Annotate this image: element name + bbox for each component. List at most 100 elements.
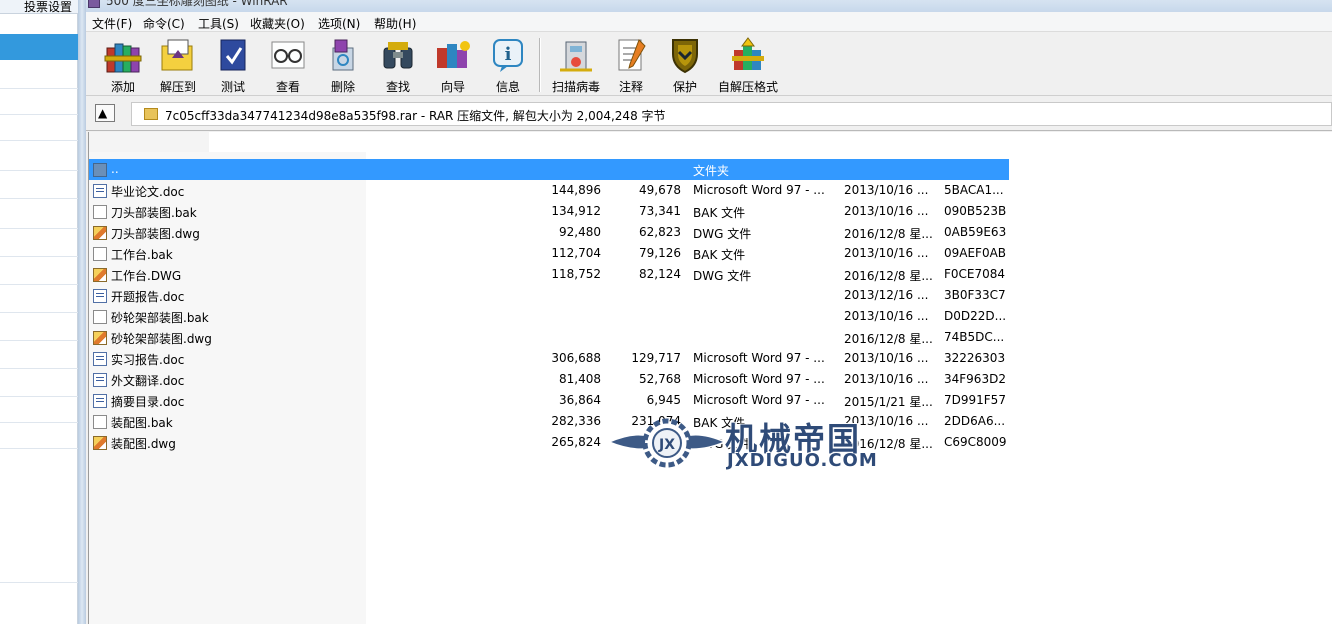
file-type: DWG 文件: [693, 269, 752, 283]
background-app-panel: 投票设置: [0, 0, 78, 624]
file-crc: 0AB59E63: [944, 225, 1007, 239]
menu-bar: 文件(F) 命令(C) 工具(S) 收藏夹(O) 选项(N) 帮助(H): [86, 12, 1332, 32]
divider: [0, 198, 78, 199]
info-button[interactable]: i 信息: [480, 36, 536, 94]
winrar-window: 500 度三坐标雕刻图纸 - WinRAR 文件(F) 命令(C) 工具(S) …: [86, 0, 1332, 624]
divider: [0, 170, 78, 171]
file-row[interactable]: 刀头部装图.dwg 92,480 62,823 DWG 文件 2016/12/8 星..…: [89, 222, 1009, 243]
up-one-level-button[interactable]: ▲: [95, 104, 115, 122]
bak-file-icon: [93, 205, 107, 219]
file-crc: 74B5DC...: [944, 330, 1005, 344]
file-row[interactable]: 刀头部装图.bak 134,912 73,341 BAK 文件 2013/10/16 .…: [89, 201, 1009, 222]
file-modified: 2016/12/8 星...: [844, 269, 933, 283]
bak-file-icon: [93, 247, 107, 261]
divider: [0, 256, 78, 257]
view-button[interactable]: 查看: [260, 36, 316, 94]
parent-folder-row[interactable]: .. 文件夹: [89, 159, 1009, 180]
file-crc: 3B0F33C7: [944, 288, 1006, 302]
delete-button[interactable]: 删除: [315, 36, 371, 94]
file-name: 工作台.DWG: [111, 269, 182, 283]
file-modified: 2013/10/16 ...: [844, 204, 929, 218]
dwg-file-icon: [93, 226, 107, 240]
file-row[interactable]: 砂轮架部装图.bak 2013/10/16 ... D0D22D...: [89, 306, 1009, 327]
doc-file-icon: [93, 289, 107, 303]
file-size: 81,408: [559, 372, 601, 386]
file-list[interactable]: .. 文件夹 毕业论文.doc 144,896 49,678 Microsoft Word…: [88, 132, 1332, 624]
divider: [0, 140, 78, 141]
file-name: 开题报告.doc: [111, 290, 185, 304]
divider: [0, 114, 78, 115]
comment-icon: [618, 39, 646, 71]
up-arrow-icon: ▲: [98, 106, 108, 120]
header-cell[interactable]: [89, 132, 209, 152]
menu-file[interactable]: 文件(F): [92, 15, 132, 32]
menu-commands[interactable]: 命令(C): [143, 15, 185, 32]
wizard-label: 向导: [440, 80, 465, 94]
file-row[interactable]: 工作台.bak 112,704 79,126 BAK 文件 2013/10/16 ...…: [89, 243, 1009, 264]
extract-to-button[interactable]: 解压到: [150, 36, 206, 94]
path-field[interactable]: 7c05cff33da347741234d98e8a535f98.rar - R…: [131, 102, 1332, 126]
file-name: 实习报告.doc: [111, 353, 185, 367]
bak-file-icon: [93, 415, 107, 429]
extract-folder-icon: [161, 39, 193, 71]
add-label: 添加: [110, 80, 135, 94]
test-button[interactable]: 测试: [205, 36, 261, 94]
menu-favorites[interactable]: 收藏夹(O): [250, 15, 305, 32]
menu-tools[interactable]: 工具(S): [198, 15, 239, 32]
virus-scan-icon: [560, 41, 592, 72]
file-crc: 2DD6A6...: [944, 414, 1006, 428]
protect-shield-icon: [672, 39, 698, 74]
scan-virus-label: 扫描病毒: [551, 80, 600, 94]
background-tab-label: 投票设置: [23, 0, 72, 14]
protect-button[interactable]: 保护: [657, 36, 713, 94]
file-type: BAK 文件: [693, 206, 746, 220]
file-name: 砂轮架部装图.bak: [111, 311, 209, 325]
find-button[interactable]: 查找: [370, 36, 426, 94]
test-label: 测试: [220, 80, 245, 94]
file-type: Microsoft Word 97 - ...: [693, 393, 825, 407]
info-icon: i: [493, 39, 523, 72]
file-type: BAK 文件: [693, 248, 746, 262]
file-packed-size: 82,124: [639, 267, 681, 281]
divider: [0, 88, 78, 89]
menu-help[interactable]: 帮助(H): [374, 15, 416, 32]
file-type: Microsoft Word 97 - ...: [693, 183, 825, 197]
dwg-file-icon: [93, 331, 107, 345]
file-modified: 2015/1/21 星...: [844, 395, 933, 409]
toolbar: 添加 解压到 测试 查看 删除 查找 向导 i 信息 扫描病毒 注释 保护 自解…: [86, 32, 1332, 96]
file-row[interactable]: 摘要目录.doc 36,864 6,945 Microsoft Word 97 - .…: [89, 390, 1009, 411]
file-modified: 2016/12/8 星...: [844, 227, 933, 241]
file-crc: F0CE7084: [944, 267, 1006, 281]
file-size: 306,688: [551, 351, 601, 365]
background-tab[interactable]: 投票设置: [0, 0, 78, 14]
menu-options[interactable]: 选项(N): [318, 15, 360, 32]
file-size: 144,896: [551, 183, 601, 197]
file-packed-size: 79,126: [639, 246, 681, 260]
test-book-icon: [220, 39, 246, 71]
file-crc: C69C8009: [944, 435, 1007, 449]
file-row[interactable]: 外文翻译.doc 81,408 52,768 Microsoft Word 97 - …: [89, 369, 1009, 390]
add-button[interactable]: 添加: [95, 36, 151, 94]
scan-virus-button[interactable]: 扫描病毒: [545, 36, 607, 94]
window-border: [78, 0, 86, 624]
file-packed-size: 62,823: [639, 225, 681, 239]
file-row[interactable]: 实习报告.doc 306,688 129,717 Microsoft Word 97 …: [89, 348, 1009, 369]
file-size: 36,864: [559, 393, 601, 407]
file-name: 外文翻译.doc: [111, 374, 185, 388]
file-crc: 7D991F57: [944, 393, 1006, 407]
file-size: 282,336: [551, 414, 601, 428]
file-row[interactable]: 毕业论文.doc 144,896 49,678 Microsoft Word 97 -…: [89, 180, 1009, 201]
comment-button[interactable]: 注释: [603, 36, 659, 94]
file-modified: 2013/10/16 ...: [844, 372, 929, 386]
address-bar: ▲ 7c05cff33da347741234d98e8a535f98.rar -…: [86, 97, 1332, 131]
file-crc: 5BACA1...: [944, 183, 1004, 197]
file-name: ..: [111, 162, 119, 176]
file-row[interactable]: 工作台.DWG 118,752 82,124 DWG 文件 2016/12/8 星...…: [89, 264, 1009, 285]
file-row[interactable]: 砂轮架部装图.dwg 2016/12/8 星... 74B5DC...: [89, 327, 1009, 348]
title-bar[interactable]: 500 度三坐标雕刻图纸 - WinRAR: [86, 0, 1332, 12]
sfx-button[interactable]: 自解压格式: [712, 36, 784, 94]
file-row[interactable]: 开题报告.doc 2013/12/16 ... 3B0F33C7: [89, 285, 1009, 306]
file-name: 工作台.bak: [111, 248, 173, 262]
wizard-button[interactable]: 向导: [425, 36, 481, 94]
background-selected-row[interactable]: [0, 34, 78, 60]
